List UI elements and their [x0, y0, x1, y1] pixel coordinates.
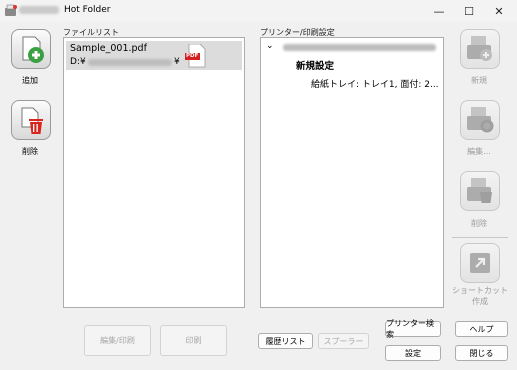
close-window-button[interactable]: ✕ — [484, 0, 514, 22]
printer-settings-panel[interactable]: ⌄ 新規設定 給紙トレイ: トレイ1, 面付: 2... — [260, 37, 444, 308]
edit-label: 編集... — [467, 147, 491, 156]
file-path-blurred — [88, 59, 172, 66]
spooler-button[interactable]: スプーラー — [318, 333, 369, 349]
help-button[interactable]: ヘルプ — [455, 321, 508, 337]
pdf-icon-text: PDF — [186, 53, 199, 59]
window-title: Hot Folder — [64, 5, 111, 15]
chevron-down-icon[interactable]: ⌄ — [266, 41, 274, 51]
delete-label: 削除 — [22, 147, 38, 156]
delete-file-icon — [21, 107, 43, 134]
file-path-prefix: D:¥ — [70, 57, 86, 67]
file-list-panel[interactable]: Sample_001.pdf D:¥ ¥ PDF — [63, 37, 245, 308]
app-name-blurred — [19, 6, 59, 14]
pdf-file-icon: PDF — [185, 43, 207, 68]
setting-name[interactable]: 新規設定 — [296, 58, 334, 72]
app-icon — [5, 4, 17, 16]
edit-setting-button[interactable] — [460, 100, 500, 140]
add-file-icon — [22, 36, 44, 63]
toolbar-divider — [452, 237, 508, 238]
delete-setting-button[interactable] — [460, 171, 500, 211]
minimize-button[interactable]: — — [424, 0, 454, 22]
printer-search-button[interactable]: プリンター検索 — [385, 319, 441, 339]
maximize-button[interactable]: ☐ — [454, 0, 484, 22]
shortcut-button[interactable] — [460, 243, 500, 283]
file-name: Sample_001.pdf — [70, 43, 147, 54]
new-label: 新規 — [471, 76, 487, 85]
add-label: 追加 — [22, 76, 38, 85]
delete-printer-icon — [467, 178, 492, 203]
title-bar: Hot Folder — ☐ ✕ — [0, 0, 517, 22]
settings-button[interactable]: 設定 — [385, 345, 441, 361]
shortcut-icon — [470, 253, 490, 273]
file-list-item[interactable]: Sample_001.pdf D:¥ ¥ PDF — [66, 41, 242, 70]
delete-setting-label: 削除 — [471, 219, 487, 228]
new-printer-icon — [467, 36, 492, 61]
edit-printer-icon — [467, 107, 494, 133]
delete-file-button[interactable] — [11, 100, 51, 140]
shortcut-label: ショートカット作成 — [452, 286, 508, 306]
history-list-button[interactable]: 履歴リスト — [258, 333, 313, 349]
add-button[interactable] — [11, 29, 51, 69]
setting-detail[interactable]: 給紙トレイ: トレイ1, 面付: 2... — [311, 77, 439, 90]
new-setting-button[interactable] — [460, 29, 500, 69]
print-button[interactable]: 印刷 — [160, 325, 227, 356]
file-path-suffix: ¥ — [174, 57, 180, 67]
printer-name-blurred — [283, 44, 436, 51]
edit-print-button[interactable]: 編集/印刷 — [84, 325, 151, 356]
close-button[interactable]: 閉じる — [455, 345, 508, 361]
